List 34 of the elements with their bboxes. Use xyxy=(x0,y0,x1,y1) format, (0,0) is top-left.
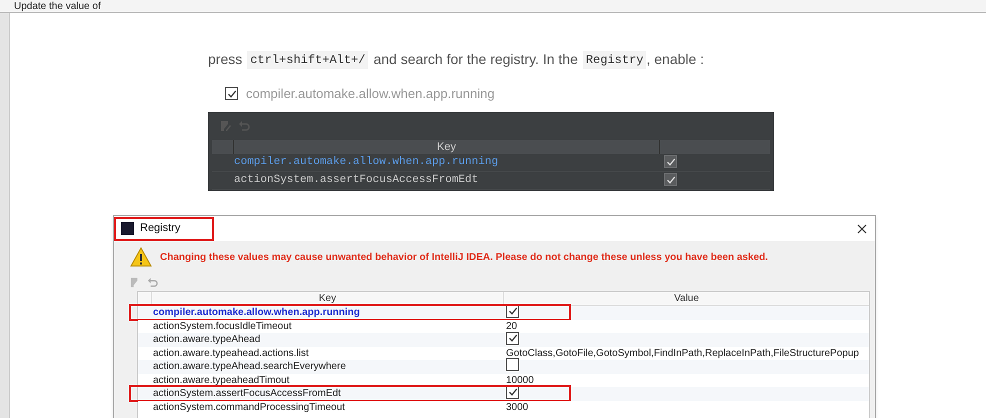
dialog-title: Registry xyxy=(140,221,180,236)
shortcut-code: ctrl+shift+Alt+/ xyxy=(247,50,368,68)
warning-icon xyxy=(130,247,152,267)
registry-value: 10000 xyxy=(506,374,534,386)
checkbox[interactable] xyxy=(506,332,519,344)
warning-text: Changing these values may cause unwanted behavior of IntelliJ IDEA. Please do not change these unless you have been asked. xyxy=(160,250,768,264)
registry-key[interactable]: action.aware.typeahead.actions.list xyxy=(153,348,309,359)
column-header: Key xyxy=(437,141,456,153)
registry-key[interactable]: action.aware.typeaheadTimout xyxy=(153,374,290,386)
checkbox[interactable] xyxy=(225,87,238,100)
instruction-text: press xyxy=(208,50,242,69)
registry-key[interactable]: actionSystem.commandProcessingTimeout xyxy=(153,402,345,413)
registry-value: GotoClass,GotoFile,GotoSymbol,FindInPath,ReplaceInPath,FileStructurePopup xyxy=(506,348,859,359)
registry-code: Registry xyxy=(582,50,646,68)
registry-value: 3000 xyxy=(506,402,528,413)
instruction-text: and search for the registry. In the xyxy=(373,50,578,69)
registry-key[interactable]: action.aware.typeAhead.searchEverywhere xyxy=(153,361,346,372)
registry-key[interactable]: actionSystem.assertFocusAccessFromEdt xyxy=(153,388,341,400)
column-header: Value xyxy=(674,293,699,304)
registry-value: 20 xyxy=(506,320,518,332)
checkbox[interactable] xyxy=(506,358,519,371)
registry-key[interactable]: compiler.automake.allow.when.app.running xyxy=(153,307,360,318)
option-label: compiler.automake.allow.when.app.running xyxy=(246,85,495,103)
header-title: Update the value of xyxy=(14,0,101,12)
checkbox[interactable] xyxy=(664,155,677,168)
app-icon xyxy=(121,222,134,235)
registry-key[interactable]: compiler.automake.allow.when.app.running xyxy=(234,154,660,171)
checkbox[interactable] xyxy=(664,173,677,186)
close-icon[interactable] xyxy=(857,224,867,234)
registry-key[interactable]: actionSystem.assertFocusAccessFromEdt xyxy=(234,172,660,189)
column-header: Key xyxy=(318,293,336,304)
registry-key[interactable]: actionSystem.focusIdleTimeout xyxy=(153,320,292,332)
instruction-text: , enable : xyxy=(646,50,704,69)
registry-key[interactable]: action.aware.typeAhead xyxy=(153,334,260,346)
